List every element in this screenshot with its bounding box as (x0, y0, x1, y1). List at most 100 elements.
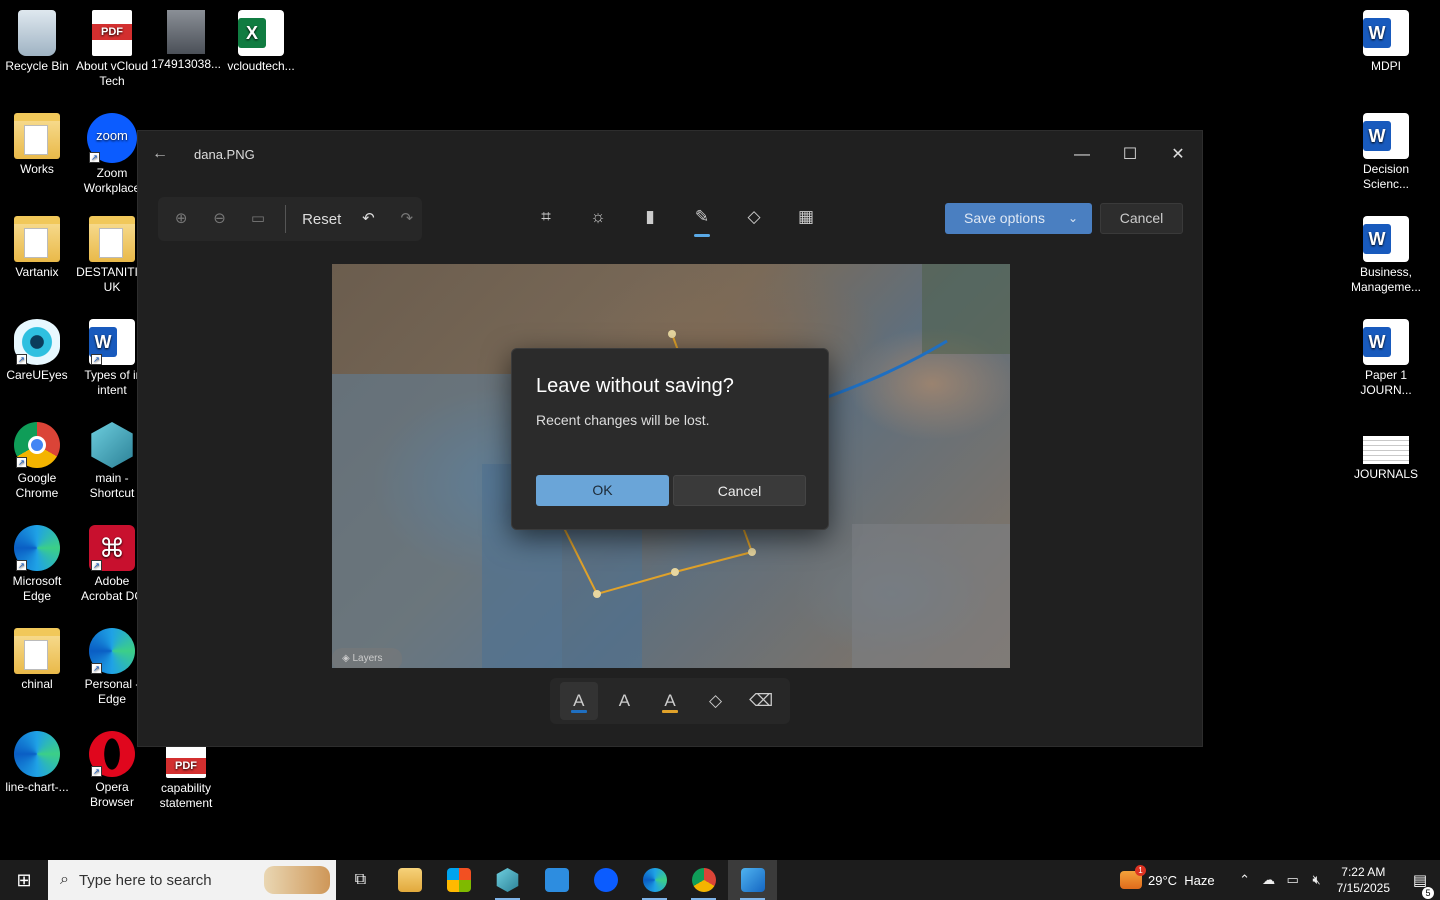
cancel-edit-button[interactable]: Cancel (1100, 203, 1183, 234)
ok-button[interactable]: OK (536, 475, 669, 506)
desktop-icon-microsoft-edge[interactable]: ↗ Microsoft Edge (0, 519, 74, 604)
redo-icon[interactable]: ↷ (392, 203, 422, 235)
selection-handle[interactable] (668, 330, 676, 338)
layers-icon: ◈ (342, 653, 353, 664)
desktop-icon-recycle-bin[interactable]: Recycle Bin (0, 4, 74, 74)
dialog-buttons: OK Cancel (536, 475, 806, 506)
taskbar-edge[interactable] (630, 860, 679, 900)
adjustment-icon[interactable]: ☼ (582, 201, 614, 235)
taskbar-file-explorer[interactable] (385, 860, 434, 900)
desktop-icon-vartanix[interactable]: Vartanix (0, 210, 74, 280)
desktop-icon-capability-statement[interactable]: capability statement (149, 738, 223, 811)
desktop-icon-mdpi[interactable]: MDPI (1349, 4, 1423, 74)
file-explorer-icon (397, 868, 422, 892)
icon-label: Decision Scienc... (1362, 162, 1410, 191)
desktop-icon-line-chart[interactable]: line-chart-... (0, 725, 74, 795)
crop-icon[interactable]: ⌗ (530, 201, 562, 235)
windows-logo-icon: ⊞ (16, 870, 32, 890)
markup-toolbar: A A A ◇ ⌫ (550, 678, 790, 724)
highlighter-icon[interactable]: A (651, 682, 689, 720)
photos-icon (740, 868, 765, 892)
zoom-in-icon[interactable]: ⊕ (166, 203, 196, 235)
icon-label: Google Chrome (15, 471, 59, 500)
undo-icon[interactable]: ↶ (353, 203, 383, 235)
search-placeholder: Type here to search (78, 871, 212, 889)
pen-color-indicator (570, 710, 587, 713)
taskbar-hexagon-app[interactable] (483, 860, 532, 900)
icon-label: capability statement (159, 781, 213, 810)
store-icon (446, 868, 471, 892)
eraser-icon[interactable]: ◇ (697, 682, 735, 720)
desktop-icon-chinal[interactable]: chinal (0, 622, 74, 692)
markup-icon[interactable]: ✎ (686, 201, 718, 237)
layers-button[interactable]: ◈ Layers (332, 648, 402, 668)
dialog-message: Recent changes will be lost. (536, 412, 710, 428)
desktop-icon-decision-scienc[interactable]: Decision Scienc... (1349, 107, 1423, 192)
chevron-up-icon[interactable]: ⌃ (1233, 872, 1257, 888)
desktop-icon-google-chrome[interactable]: ↗ Google Chrome (0, 416, 74, 501)
selection-handle[interactable] (748, 548, 756, 556)
taskbar-zoom[interactable] (581, 860, 630, 900)
desktop-icon-business-manageme[interactable]: Business, Manageme... (1349, 210, 1423, 295)
title-bar: ← dana.PNG — ☐ ✕ (138, 131, 1202, 179)
reset-button[interactable]: Reset (298, 211, 345, 228)
taskbar-mail[interactable] (532, 860, 581, 900)
notification-center-button[interactable]: ▤ 5 (1400, 871, 1440, 899)
maximize-icon[interactable]: ☐ (1115, 143, 1145, 167)
taskbar-search-box[interactable]: ⌕ Type here to search (48, 860, 336, 900)
edge-icon: ↗ (89, 628, 135, 674)
network-icon[interactable]: ▭ (1281, 872, 1305, 888)
onedrive-icon[interactable]: ☁ (1257, 872, 1281, 888)
back-arrow-icon[interactable]: ← (152, 145, 168, 163)
weather-widget[interactable]: 1 29°C Haze (1119, 865, 1215, 889)
background-icon[interactable]: ▦ (790, 201, 822, 235)
erase-icon[interactable]: ◇ (738, 201, 770, 235)
start-button[interactable]: ⊞ (0, 860, 48, 900)
roof-area (852, 524, 1010, 668)
zoom-out-icon[interactable]: ⊖ (204, 203, 234, 235)
folder-icon (14, 628, 60, 674)
layers-label: Layers (352, 653, 383, 664)
highlighter-color-indicator (661, 710, 678, 713)
pencil-icon[interactable]: A (605, 682, 643, 720)
desktop-icon-paper-1-journ[interactable]: Paper 1 JOURN... (1349, 313, 1423, 398)
pdf-icon (92, 10, 132, 56)
search-icon: ⌕ (60, 871, 69, 888)
edge-icon (14, 731, 60, 777)
search-highlight-image (264, 866, 330, 894)
icon-label: CareUEyes (6, 368, 68, 382)
filter-icon[interactable]: ▮ (634, 201, 666, 235)
word-document-icon (1363, 216, 1409, 262)
desktop-icon-works[interactable]: Works (0, 107, 74, 177)
selection-handle[interactable] (593, 590, 601, 598)
desktop-icon-journals[interactable]: JOURNALS (1349, 430, 1423, 482)
save-options-button[interactable]: Save options ⌄ (945, 203, 1092, 234)
selection-handle[interactable] (671, 568, 679, 576)
notification-count: 5 (1422, 887, 1434, 899)
volume-muted-icon[interactable]: 🔇︎ (1305, 872, 1329, 888)
dialog-cancel-button[interactable]: Cancel (673, 475, 806, 506)
desktop-icon-about-vcloud-tech[interactable]: About vCloud Tech (75, 4, 149, 89)
taskbar-photos[interactable] (728, 860, 777, 900)
ballpoint-pen-icon[interactable]: A (559, 682, 598, 720)
actual-size-icon[interactable]: ▭ (243, 203, 273, 235)
toolbar-divider (285, 205, 287, 233)
taskbar-microsoft-store[interactable] (434, 860, 483, 900)
word-document-icon (1363, 113, 1409, 159)
minimize-icon[interactable]: — (1067, 143, 1097, 167)
icon-label: JOURNALS (1353, 467, 1418, 481)
icon-label: chinal (21, 677, 53, 691)
word-document-icon: ↗ (89, 319, 135, 365)
close-icon[interactable]: ✕ (1163, 143, 1193, 167)
clear-all-icon[interactable]: ⌫ (742, 682, 780, 720)
desktop-icon-vcloudtech[interactable]: vcloudtech... (224, 4, 298, 74)
taskbar-chrome[interactable] (679, 860, 728, 900)
eye-icon: ↗ (14, 319, 60, 365)
task-view-button[interactable]: ⧉ (336, 860, 385, 900)
weather-haze-icon: 1 (1119, 865, 1146, 889)
folder-icon (14, 216, 60, 262)
desktop-icon-careueyes[interactable]: ↗ CareUEyes (0, 313, 74, 383)
clock[interactable]: 7:22 AM 7/15/2025 (1337, 864, 1390, 896)
desktop-icon-image-174913038[interactable]: 174913038... (149, 4, 223, 72)
folder-icon (89, 216, 135, 262)
